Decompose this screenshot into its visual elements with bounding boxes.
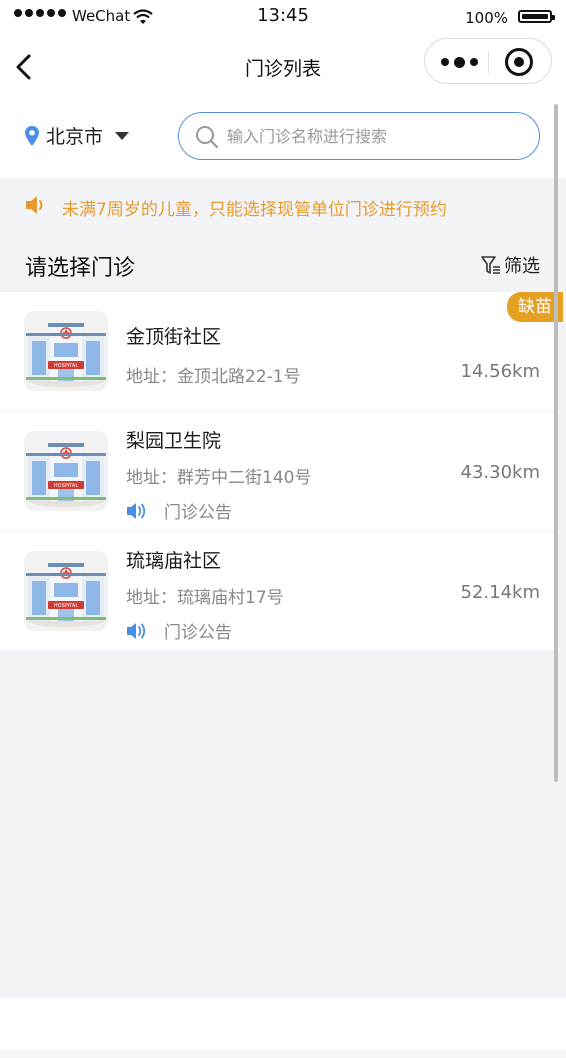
clinic-address: 地址：群芳中二街140号 <box>126 468 312 488</box>
hospital-icon: HOSPITAL <box>26 323 106 387</box>
close-icon[interactable] <box>505 48 533 76</box>
location-pin-icon <box>25 125 39 146</box>
search-icon <box>196 126 219 149</box>
clinic-distance: 52.14km <box>460 582 541 603</box>
bottom-strip <box>0 1050 566 1058</box>
filter-button[interactable]: 筛选 <box>480 252 540 278</box>
clinic-distance: 14.56km <box>460 361 541 382</box>
clinic-thumbnail: HOSPITAL <box>24 431 108 511</box>
clinic-thumbnail: HOSPITAL <box>24 311 108 391</box>
capsule-divider <box>488 51 489 73</box>
clinic-distance: 43.30km <box>460 462 541 483</box>
battery-percentage: 100% <box>465 9 508 27</box>
hospital-sign: HOSPITAL <box>54 483 78 489</box>
clinic-name: 琉璃庙社区 <box>126 550 222 572</box>
clinic-address: 地址：琉璃庙村17号 <box>126 588 284 608</box>
city-selector[interactable]: 北京市 <box>24 122 130 149</box>
more-button[interactable] <box>437 50 481 74</box>
hospital-sign: HOSPITAL <box>54 363 78 369</box>
clinic-thumbnail: HOSPITAL <box>24 551 108 631</box>
section-header: 请选择门诊 筛选 <box>0 234 566 292</box>
hospital-icon: HOSPITAL <box>26 563 106 627</box>
clinic-notice-link[interactable]: 门诊公告 <box>126 498 232 523</box>
clinic-address: 地址：金顶北路22-1号 <box>126 367 301 387</box>
clinic-item[interactable]: HOSPITAL 金顶街社区 地址：金顶北路22-1号 14.56km <box>0 292 556 412</box>
clinic-item[interactable]: HOSPITAL 梨园卫生院 地址：群芳中二街140号 43.30km 门诊公告 <box>0 412 556 532</box>
search-box[interactable] <box>178 112 540 160</box>
speaker-icon <box>127 622 146 639</box>
clinic-name: 金顶街社区 <box>126 326 222 348</box>
clinic-notice-label: 门诊公告 <box>164 503 232 523</box>
clinic-notice-label: 门诊公告 <box>164 623 232 643</box>
notice-banner: 未满7周岁的儿童，只能选择现管单位门诊进行预约 <box>0 178 566 234</box>
section-title: 请选择门诊 <box>25 256 136 281</box>
hospital-sign: HOSPITAL <box>54 603 78 609</box>
hospital-icon: HOSPITAL <box>26 443 106 507</box>
status-bar: WeChat 13:45 100% <box>0 0 566 34</box>
scrollbar[interactable] <box>554 104 558 782</box>
more-icon <box>440 58 449 66</box>
nav-bar: 门诊列表 <box>0 34 566 100</box>
clinic-list: HOSPITAL 金顶街社区 地址：金顶北路22-1号 14.56km HOSP… <box>0 292 556 650</box>
filter-icon <box>481 256 500 274</box>
chevron-down-icon <box>115 131 130 140</box>
search-row: 北京市 <box>0 100 566 178</box>
battery-icon <box>518 10 555 23</box>
notice-text: 未满7周岁的儿童，只能选择现管单位门诊进行预约 <box>62 200 447 220</box>
city-label: 北京市 <box>46 126 104 148</box>
search-input[interactable] <box>227 123 517 149</box>
clinic-notice-link[interactable]: 门诊公告 <box>126 618 232 643</box>
mini-program-capsule <box>424 38 552 84</box>
speaker-icon <box>127 502 146 519</box>
clinic-item[interactable]: HOSPITAL 琉璃庙社区 地址：琉璃庙村17号 52.14km 门诊公告 <box>0 532 556 650</box>
speaker-icon <box>26 196 43 214</box>
filter-label: 筛选 <box>504 256 540 277</box>
clinic-name: 梨园卫生院 <box>126 430 222 452</box>
